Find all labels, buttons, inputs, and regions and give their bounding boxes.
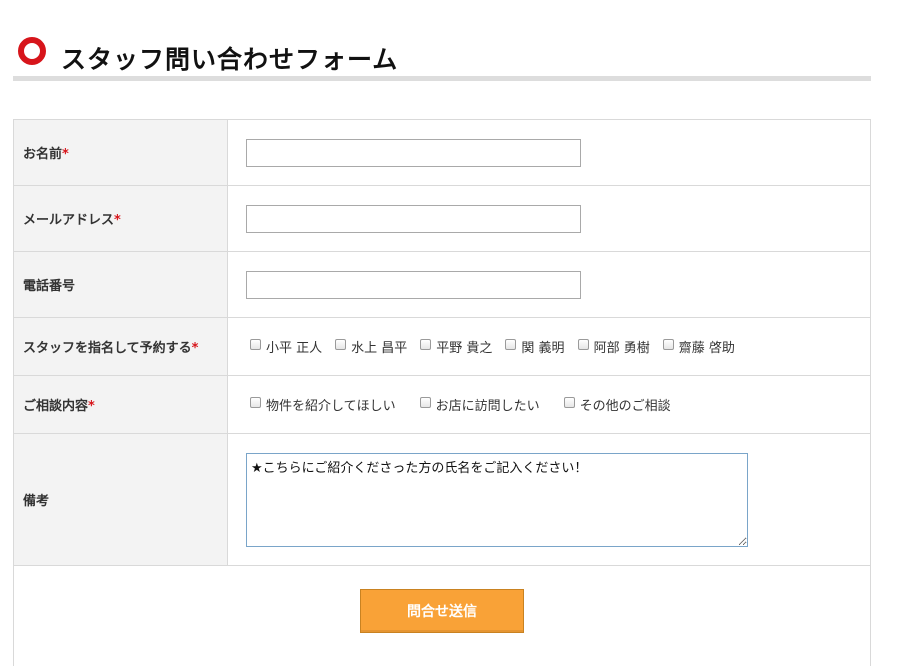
- checkbox[interactable]: [250, 339, 261, 350]
- row-phone: 電話番号: [13, 251, 871, 318]
- contact-form-table: お名前* メールアドレス* 電話番号 スタッフを指名して予約する* 小平 正人 …: [13, 119, 871, 666]
- page-title: スタッフ問い合わせフォーム: [61, 45, 399, 74]
- row-name: お名前*: [13, 119, 871, 186]
- consult-option[interactable]: その他のご相談: [563, 395, 671, 414]
- required-mark: *: [114, 213, 121, 228]
- consult-checkbox-group: 物件を紹介してほしい お店に訪問したい その他のご相談: [246, 395, 870, 414]
- name-input[interactable]: [246, 138, 581, 167]
- submit-button[interactable]: 問合せ送信: [360, 589, 524, 633]
- checkbox[interactable]: [420, 339, 432, 350]
- form-heading: スタッフ問い合わせフォーム: [13, 34, 871, 82]
- checkbox[interactable]: [563, 397, 575, 408]
- staff-option[interactable]: 関 義明: [505, 337, 565, 356]
- row-staff: スタッフを指名して予約する* 小平 正人 水上 昌平 平野 貴之 関 義明 阿部…: [13, 317, 871, 376]
- staff-label: スタッフを指名して予約する*: [13, 317, 228, 376]
- staff-option[interactable]: 水上 昌平: [335, 337, 407, 356]
- consult-label: ご相談内容*: [13, 375, 228, 434]
- consult-option[interactable]: 物件を紹介してほしい: [250, 395, 396, 414]
- checkbox[interactable]: [662, 339, 674, 350]
- consult-option[interactable]: お店に訪問したい: [419, 395, 540, 414]
- phone-label: 電話番号: [13, 251, 228, 318]
- row-email: メールアドレス*: [13, 185, 871, 252]
- row-consult: ご相談内容* 物件を紹介してほしい お店に訪問したい その他のご相談: [13, 375, 871, 434]
- required-mark: *: [62, 147, 69, 162]
- checkbox[interactable]: [335, 339, 347, 350]
- checkbox[interactable]: [577, 339, 589, 350]
- required-mark: *: [88, 399, 95, 414]
- email-input[interactable]: [246, 204, 581, 233]
- row-submit: 問合せ送信: [13, 565, 871, 666]
- heading-underline: [13, 76, 871, 81]
- staff-option[interactable]: 齋藤 啓助: [662, 337, 735, 356]
- checkbox[interactable]: [250, 397, 261, 408]
- staff-option[interactable]: 小平 正人: [250, 337, 322, 356]
- row-remarks: 備考 ★こちらにご紹介くださった方の氏名をご記入ください！: [13, 433, 871, 566]
- remarks-label: 備考: [13, 433, 228, 566]
- staff-option[interactable]: 平野 貴之: [420, 337, 492, 356]
- staff-checkbox-group: 小平 正人 水上 昌平 平野 貴之 関 義明 阿部 勇樹 齋藤 啓助: [246, 337, 870, 356]
- required-mark: *: [191, 341, 199, 356]
- checkbox[interactable]: [505, 339, 517, 350]
- remarks-textarea[interactable]: ★こちらにご紹介くださった方の氏名をご記入ください！: [246, 452, 748, 547]
- phone-input[interactable]: [246, 270, 581, 299]
- email-label: メールアドレス*: [13, 185, 228, 252]
- checkbox[interactable]: [419, 397, 431, 408]
- staff-option[interactable]: 阿部 勇樹: [577, 337, 650, 356]
- name-label: お名前*: [13, 119, 228, 186]
- circle-icon: [18, 37, 46, 65]
